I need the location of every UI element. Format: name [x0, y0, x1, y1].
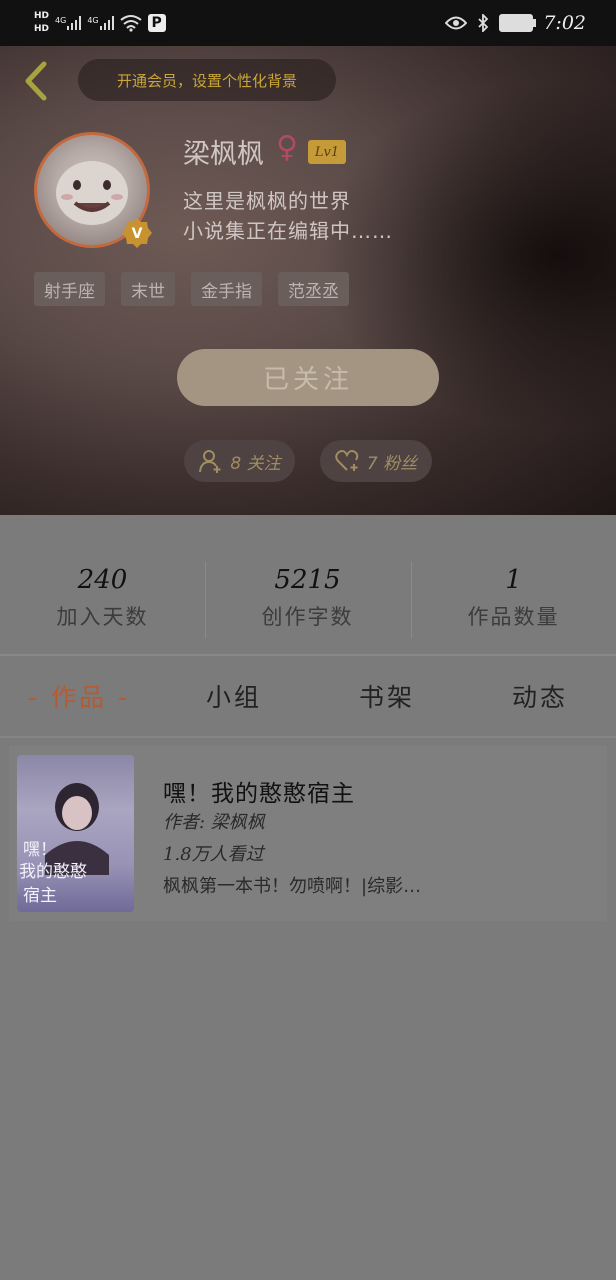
tab-groups[interactable]: 小组: [206, 678, 262, 714]
tag[interactable]: 末世: [121, 272, 175, 306]
verified-badge-icon: V: [122, 218, 152, 248]
stat-works-count: 1 作品数量: [411, 565, 616, 631]
avatar[interactable]: V: [34, 132, 152, 248]
eye-icon: [445, 16, 468, 30]
tab-works[interactable]: - 作品 -: [28, 678, 130, 714]
bio: 这里是枫枫的世界 小说集正在编辑中……: [183, 186, 393, 246]
signal-icon: 4G: [87, 16, 114, 30]
divider: [205, 562, 206, 638]
tag[interactable]: 范丞丞: [278, 272, 349, 306]
bio-line: 这里是枫枫的世界: [183, 189, 351, 213]
book-author: 作者: 梁枫枫: [163, 812, 265, 833]
follow-button[interactable]: 已关注: [177, 349, 439, 406]
stat-label: 加入天数: [56, 605, 149, 629]
stat-join-days: 240 加入天数: [0, 565, 205, 631]
book-title[interactable]: 嘿！我的憨憨宿主: [163, 774, 355, 808]
stat-value: 240: [77, 565, 128, 595]
stat-value: 5215: [274, 565, 341, 595]
book-cover-image: 嘿！ 我的憨憨 宿主: [19, 783, 109, 906]
tag[interactable]: 金手指: [191, 272, 262, 306]
svg-text:V: V: [132, 226, 143, 242]
following-count: 8 关注: [230, 453, 281, 474]
back-arrow-icon[interactable]: [18, 58, 58, 104]
clock: 7:02: [543, 12, 586, 34]
book-views: 1.8万人看过: [163, 844, 264, 865]
stat-word-count: 5215 创作字数: [205, 565, 410, 631]
bluetooth-icon: [478, 14, 489, 32]
hd-indicator: HD HD: [34, 11, 50, 34]
female-icon: ♀: [276, 130, 298, 165]
stat-value: 1: [505, 565, 522, 595]
followers-button[interactable]: 7 粉丝: [320, 440, 432, 482]
parking-icon: P: [147, 14, 166, 32]
heart-plus-icon: [335, 450, 359, 471]
svg-text:我的憨憨: 我的憨憨: [19, 862, 87, 882]
tab-bookshelf[interactable]: 书架: [359, 678, 415, 714]
battery-icon: [499, 14, 537, 32]
svg-text:嘿！: 嘿！: [23, 840, 57, 860]
level-badge: Lv1: [308, 140, 346, 164]
divider: [411, 562, 412, 638]
book-card[interactable]: 嘿！ 我的憨憨 宿主 嘿！我的憨憨宿主 作者: 梁枫枫 1.8万人看过 枫枫第一…: [9, 746, 607, 921]
svg-text:宿主: 宿主: [23, 886, 57, 906]
bio-line: 小说集正在编辑中……: [183, 219, 393, 243]
book-intro: 枫枫第一本书！勿喷啊！|综影…: [163, 876, 422, 897]
add-user-icon: [199, 450, 221, 473]
stat-label: 作品数量: [467, 605, 560, 629]
stat-label: 创作字数: [261, 605, 354, 629]
status-bar: HD HD 4G 4G P 7:02: [0, 0, 616, 46]
divider: [0, 736, 616, 738]
stats-panel: 240 加入天数 5215 创作字数 1 作品数量: [0, 515, 616, 655]
wifi-icon: [119, 15, 142, 32]
followers-count: 7 粉丝: [366, 453, 418, 474]
profile-tabs: - 作品 - 小组 书架 动态: [0, 656, 616, 736]
tag[interactable]: 射手座: [34, 272, 105, 306]
username: 梁枫枫: [183, 139, 264, 170]
following-button[interactable]: 8 关注: [184, 440, 295, 482]
tag-list: 射手座 末世 金手指 范丞丞: [34, 272, 349, 306]
book-cover[interactable]: 嘿！ 我的憨憨 宿主: [17, 755, 134, 912]
signal-icon: 4G: [55, 16, 82, 30]
vip-background-prompt[interactable]: 开通会员，设置个性化背景: [78, 59, 336, 101]
tab-activity[interactable]: 动态: [512, 678, 568, 714]
